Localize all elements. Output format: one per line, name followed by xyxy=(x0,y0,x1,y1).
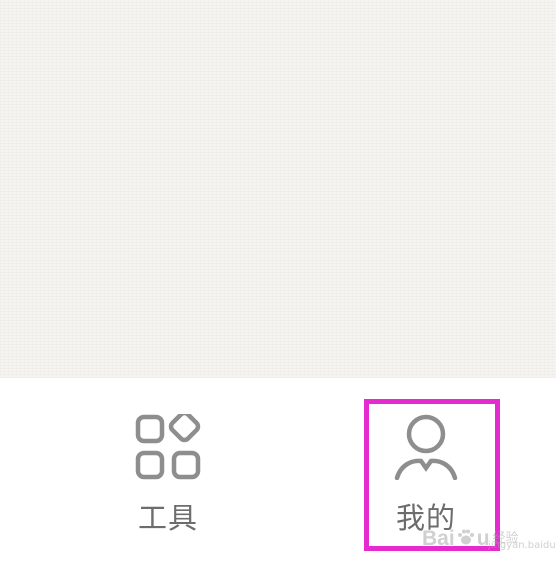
tab-mine[interactable]: 我的 xyxy=(336,378,516,576)
grid-apps-icon xyxy=(135,414,201,480)
user-profile-icon xyxy=(393,414,459,480)
tab-tools-label: 工具 xyxy=(137,501,198,535)
bottom-tab-bar: 工具 我的 xyxy=(0,378,556,576)
tab-mine-label: 我的 xyxy=(395,501,456,535)
tab-tools[interactable]: 工具 xyxy=(88,378,248,576)
content-area xyxy=(0,0,556,378)
app-screen: 工具 我的 Bai u 经验 jingyan.baidu xyxy=(0,0,556,576)
